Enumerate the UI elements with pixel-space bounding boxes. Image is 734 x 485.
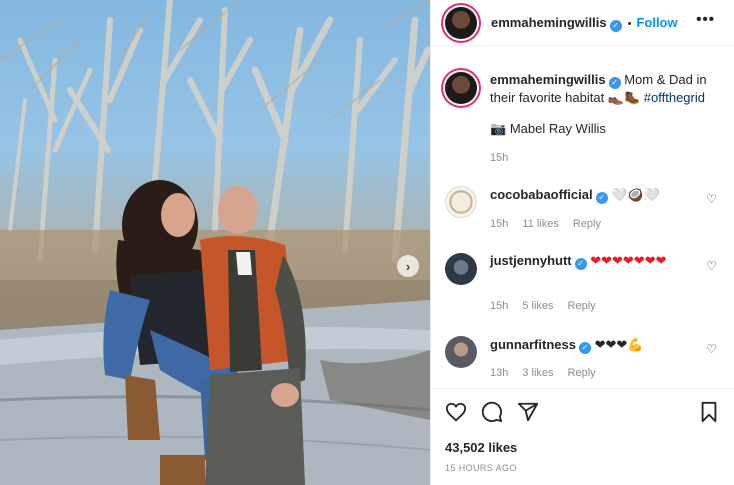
- like-comment-heart-icon[interactable]: ♡: [706, 259, 717, 273]
- comment-text-block: gunnarfitness ✓ ❤❤❤💪: [490, 336, 700, 354]
- reply-button[interactable]: Reply: [568, 367, 596, 379]
- post-actions: 43,502 likes 15 HOURS AGO: [431, 388, 734, 485]
- share-paper-plane-icon[interactable]: [517, 401, 539, 423]
- verified-badge-icon: ✓: [595, 192, 608, 204]
- like-comment-heart-icon[interactable]: ♡: [706, 192, 717, 206]
- verified-badge-icon: ✓: [578, 342, 591, 354]
- author-line: emmahemingwillis ✓ • Follow: [491, 15, 678, 32]
- comment-time: 15h: [490, 218, 509, 230]
- follow-button[interactable]: Follow: [636, 15, 677, 30]
- verified-badge-icon: ✓: [574, 258, 587, 270]
- like-heart-icon[interactable]: [445, 401, 467, 423]
- comment-likes[interactable]: 3 likes: [522, 367, 553, 379]
- comment-likes[interactable]: 5 likes: [522, 300, 553, 312]
- reply-button[interactable]: Reply: [568, 300, 596, 312]
- commenter-username[interactable]: cocobabaofficial: [490, 187, 593, 202]
- more-options-icon[interactable]: •••: [696, 12, 715, 27]
- camera-icon: 📷: [490, 121, 507, 136]
- chevron-right-icon: ›: [405, 258, 411, 274]
- comment-time: 13h: [490, 367, 509, 379]
- comment-text: 🤍🥥🤍: [611, 187, 660, 202]
- commenter-avatar[interactable]: [445, 186, 477, 218]
- commenter-username[interactable]: justjennyhutt: [490, 253, 572, 268]
- comment-icon[interactable]: [481, 401, 503, 423]
- commenter-avatar[interactable]: [445, 336, 477, 368]
- next-photo-button[interactable]: ›: [397, 255, 419, 277]
- likes-count[interactable]: 43,502 likes: [445, 440, 517, 455]
- comment-likes[interactable]: 11 likes: [522, 218, 558, 230]
- author-avatar[interactable]: [445, 7, 477, 39]
- comment-time: 15h: [490, 300, 509, 312]
- photo-scene: [0, 0, 430, 485]
- comment-meta: 15h 11 likes Reply: [490, 218, 615, 230]
- commenter-avatar[interactable]: [445, 253, 477, 285]
- comment-meta: 13h 3 likes Reply: [490, 367, 610, 379]
- comment-text: ❤❤❤❤❤❤❤: [590, 253, 667, 268]
- caption-username[interactable]: emmahemingwillis: [490, 72, 606, 87]
- save-bookmark-icon[interactable]: [699, 401, 719, 423]
- caption-timestamp: 15h: [490, 152, 509, 164]
- comment-text-block: justjennyhutt ✓ ❤❤❤❤❤❤❤: [490, 252, 700, 270]
- verified-badge-icon: ✓: [608, 76, 621, 89]
- like-comment-heart-icon[interactable]: ♡: [706, 342, 717, 356]
- comment-meta: 15h 5 likes Reply: [490, 300, 610, 312]
- comment-text-block: cocobabaofficial ✓ 🤍🥥🤍: [490, 186, 700, 204]
- tagged-person[interactable]: 📷 Mabel Ray Willis: [490, 121, 606, 137]
- verified-badge-icon: ✓: [609, 19, 622, 32]
- author-username[interactable]: emmahemingwillis: [491, 15, 607, 30]
- post-photo[interactable]: ›: [0, 0, 430, 485]
- post-side-panel: emmahemingwillis ✓ • Follow ••• emmahemingw…: [430, 0, 734, 485]
- reply-button[interactable]: Reply: [573, 218, 601, 230]
- comment-text: ❤❤❤💪: [594, 337, 644, 352]
- commenter-username[interactable]: gunnarfitness: [490, 337, 576, 352]
- caption-text-block: emmahemingwillis ✓ Mom & Dad in their fav…: [490, 71, 720, 106]
- hashtag-link[interactable]: #offthegrid: [644, 90, 705, 105]
- post-timestamp: 15 HOURS AGO: [445, 463, 517, 473]
- post-header: emmahemingwillis ✓ • Follow •••: [431, 0, 734, 46]
- separator-dot: •: [627, 18, 632, 30]
- caption-avatar[interactable]: [445, 72, 477, 104]
- tagged-name: Mabel Ray Willis: [509, 121, 606, 136]
